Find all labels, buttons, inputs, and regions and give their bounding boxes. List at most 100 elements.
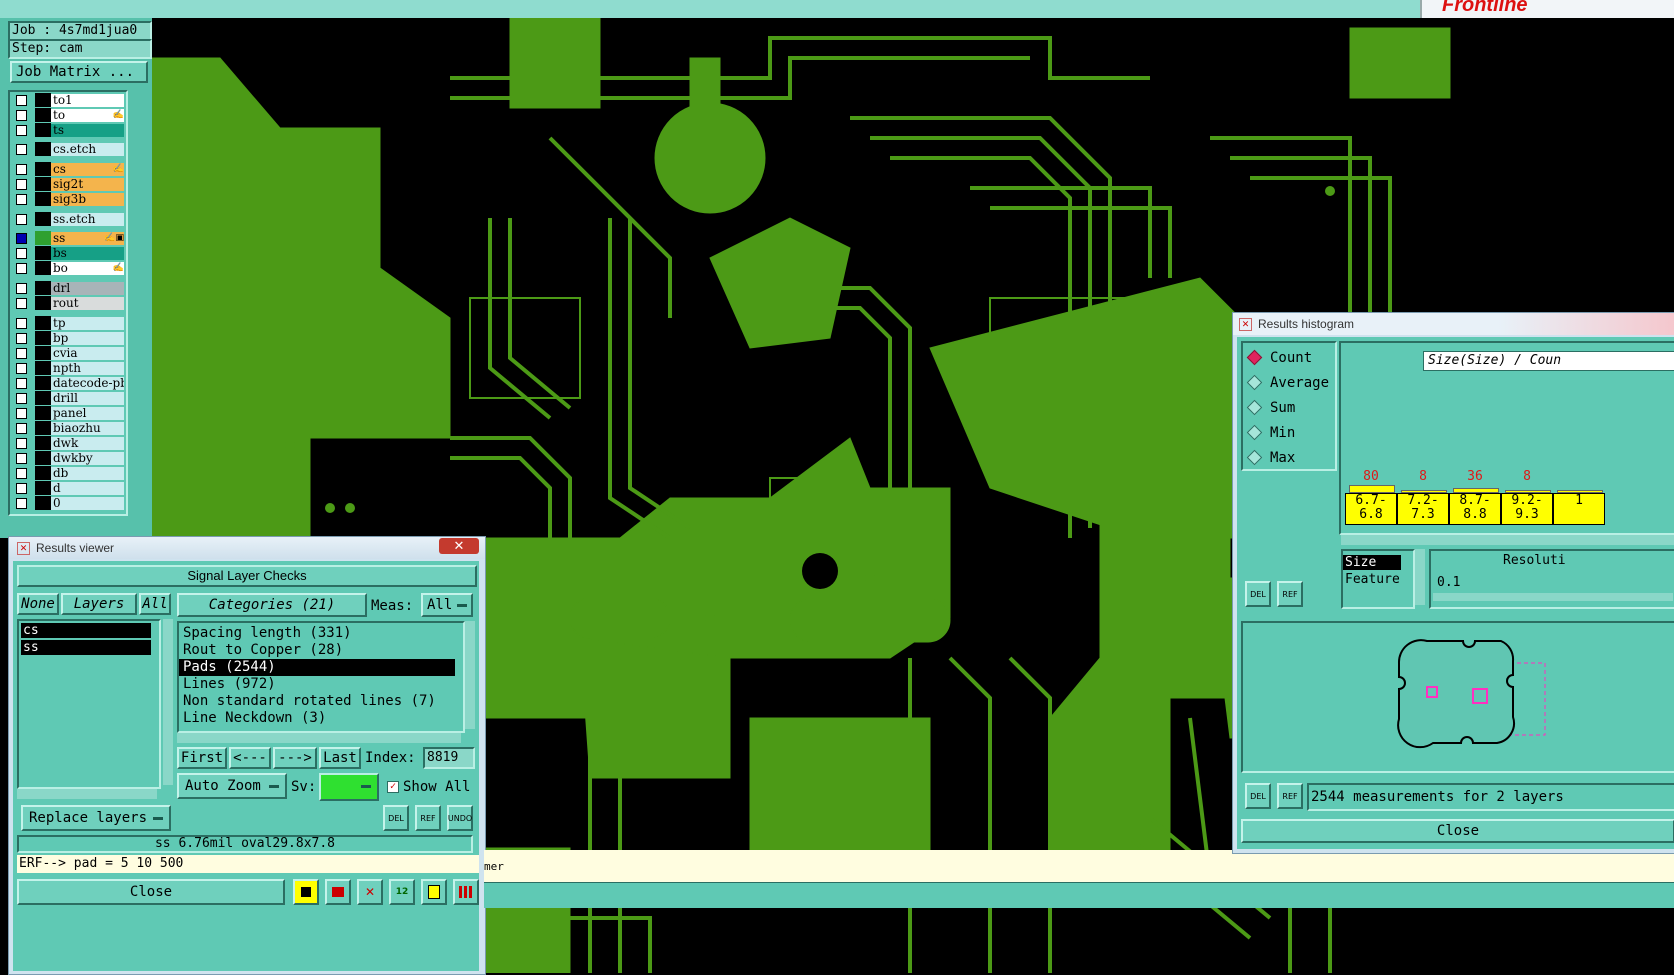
resolution-slider[interactable] [1433,593,1673,601]
bin-range-label[interactable]: 7.2- 7.3 [1397,493,1449,525]
size-feature-list[interactable]: Size Feature [1341,549,1415,609]
layer-name[interactable]: rout [51,296,124,310]
histogram-bar[interactable] [1349,485,1395,493]
layer-row[interactable]: panel [14,406,124,420]
layer-checkbox[interactable] [16,232,27,244]
layer-checkbox[interactable] [16,407,27,419]
layer-name[interactable]: ts [51,123,124,137]
layer-name[interactable]: drl [51,281,124,295]
results-viewer-titlebar[interactable]: ✕ Results viewer ✕ [9,537,485,559]
layer-checkbox[interactable] [16,109,27,121]
show-all-checkbox[interactable]: ✓ Show All [387,779,470,795]
none-button[interactable]: None [17,593,59,615]
categories-scrollbar[interactable] [465,621,475,729]
layer-name[interactable]: sig2t [51,177,124,191]
layer-checkbox[interactable] [16,262,27,274]
layer-row[interactable]: bo ✍ [14,261,124,275]
categories-hscroll[interactable] [177,733,461,743]
layer-name[interactable]: biaozhu [51,421,124,435]
layer-checkbox[interactable] [16,94,27,106]
layer-row[interactable]: dwkby [14,451,124,465]
layer-name[interactable]: d [51,481,124,495]
bin-range-label[interactable]: 1 [1553,493,1605,525]
layer-checkbox[interactable] [16,178,27,190]
histogram-titlebar[interactable]: ✕ Results histogram [1233,313,1674,335]
layer-checkbox[interactable] [16,247,27,259]
layer-checkbox[interactable] [16,467,27,479]
category-item[interactable]: Rout to Copper (28) [179,642,463,659]
job-matrix-button[interactable]: Job Matrix ... [10,61,148,83]
layer-row[interactable]: to ✍ [14,108,124,122]
layer-checkbox[interactable] [16,163,27,175]
layer-name[interactable]: bs [51,246,124,260]
layer-name[interactable]: ss.etch [51,212,124,226]
layer-checkbox[interactable] [16,422,27,434]
categories-button[interactable]: Categories (21) [177,593,367,617]
layer-checkbox[interactable] [16,143,27,155]
layer-row[interactable]: d [14,481,124,495]
all-layers-button[interactable]: All [139,593,171,615]
layer-name[interactable]: npth [51,361,124,375]
ref-icon[interactable]: REF [1277,581,1303,607]
layer-name[interactable]: sig3b [51,192,124,206]
result-layer-item[interactable]: cs [21,623,151,638]
layer-name[interactable]: db [51,466,124,480]
bin-range-label[interactable]: 9.2- 9.3 [1501,493,1553,525]
radio-max[interactable]: Max [1243,445,1335,470]
highlight-icon[interactable] [325,879,351,905]
layer-row[interactable]: to1 [14,93,124,107]
category-item[interactable]: Pads (2544) [179,659,455,676]
layer-row[interactable]: ss ✍▣ [14,231,124,245]
delete-icon[interactable]: DEL [1245,783,1271,809]
layer-row[interactable]: bs [14,246,124,260]
numbering-icon[interactable]: 12 [389,879,415,905]
categories-list[interactable]: Spacing length (331) Rout to Copper (28) P… [177,621,465,733]
last-button[interactable]: Last [319,747,361,769]
layer-list-scrollbar[interactable] [163,619,173,785]
layer-list-hscroll[interactable] [17,789,157,799]
category-item[interactable]: Lines (972) [179,676,463,693]
ref-disabled-icon[interactable]: ✕ [357,879,383,905]
bin-range-label[interactable]: 6.7- 6.8 [1345,493,1397,525]
histogram-close-button[interactable]: Close [1241,819,1674,843]
layer-checkbox[interactable] [16,392,27,404]
size-feature-scrollbar[interactable] [1415,549,1425,605]
layer-name[interactable]: cs.etch [51,142,124,156]
layer-name[interactable]: cvia [51,346,124,360]
size-item[interactable]: Size [1343,555,1401,570]
previous-button[interactable]: <--- [229,747,271,769]
layer-row[interactable]: bp [14,331,124,345]
sv-color-select[interactable] [319,773,379,801]
layer-name[interactable]: dwk [51,436,124,450]
layer-row[interactable]: cvia [14,346,124,360]
layer-results-list[interactable]: cs ss [17,619,161,789]
layer-checkbox[interactable] [16,377,27,389]
layer-checkbox[interactable] [16,362,27,374]
layer-checkbox[interactable] [16,347,27,359]
ref-icon[interactable]: REF [1277,783,1303,809]
undo-icon[interactable]: UNDO [447,805,473,831]
meas-select[interactable]: All [421,593,473,617]
layer-row[interactable]: 0 [14,496,124,510]
layer-checkbox[interactable] [16,193,27,205]
close-button[interactable]: Close [17,879,285,905]
layer-name[interactable]: datecode-pbe [51,376,124,390]
layer-row[interactable]: cs.etch [14,142,124,156]
layer-row[interactable]: datecode-pbe [14,376,124,390]
layer-checkbox[interactable] [16,332,27,344]
layer-row[interactable]: db [14,466,124,480]
layer-row[interactable]: npth [14,361,124,375]
layer-row[interactable]: ss.etch [14,212,124,226]
layer-name[interactable]: bp [51,331,124,345]
layer-name[interactable]: cs ✍ [51,162,124,176]
category-item[interactable]: Non standard rotated lines (7) [179,693,463,710]
layer-name[interactable]: panel [51,406,124,420]
radio-average[interactable]: Average [1243,370,1335,395]
feature-item[interactable]: Feature [1343,572,1413,587]
layer-name[interactable]: bo ✍ [51,261,124,275]
layer-row[interactable]: dwk [14,436,124,450]
layer-checkbox[interactable] [16,282,27,294]
layer-checkbox[interactable] [16,482,27,494]
report-icon[interactable] [421,879,447,905]
auto-zoom-select[interactable]: Auto Zoom [177,773,287,799]
